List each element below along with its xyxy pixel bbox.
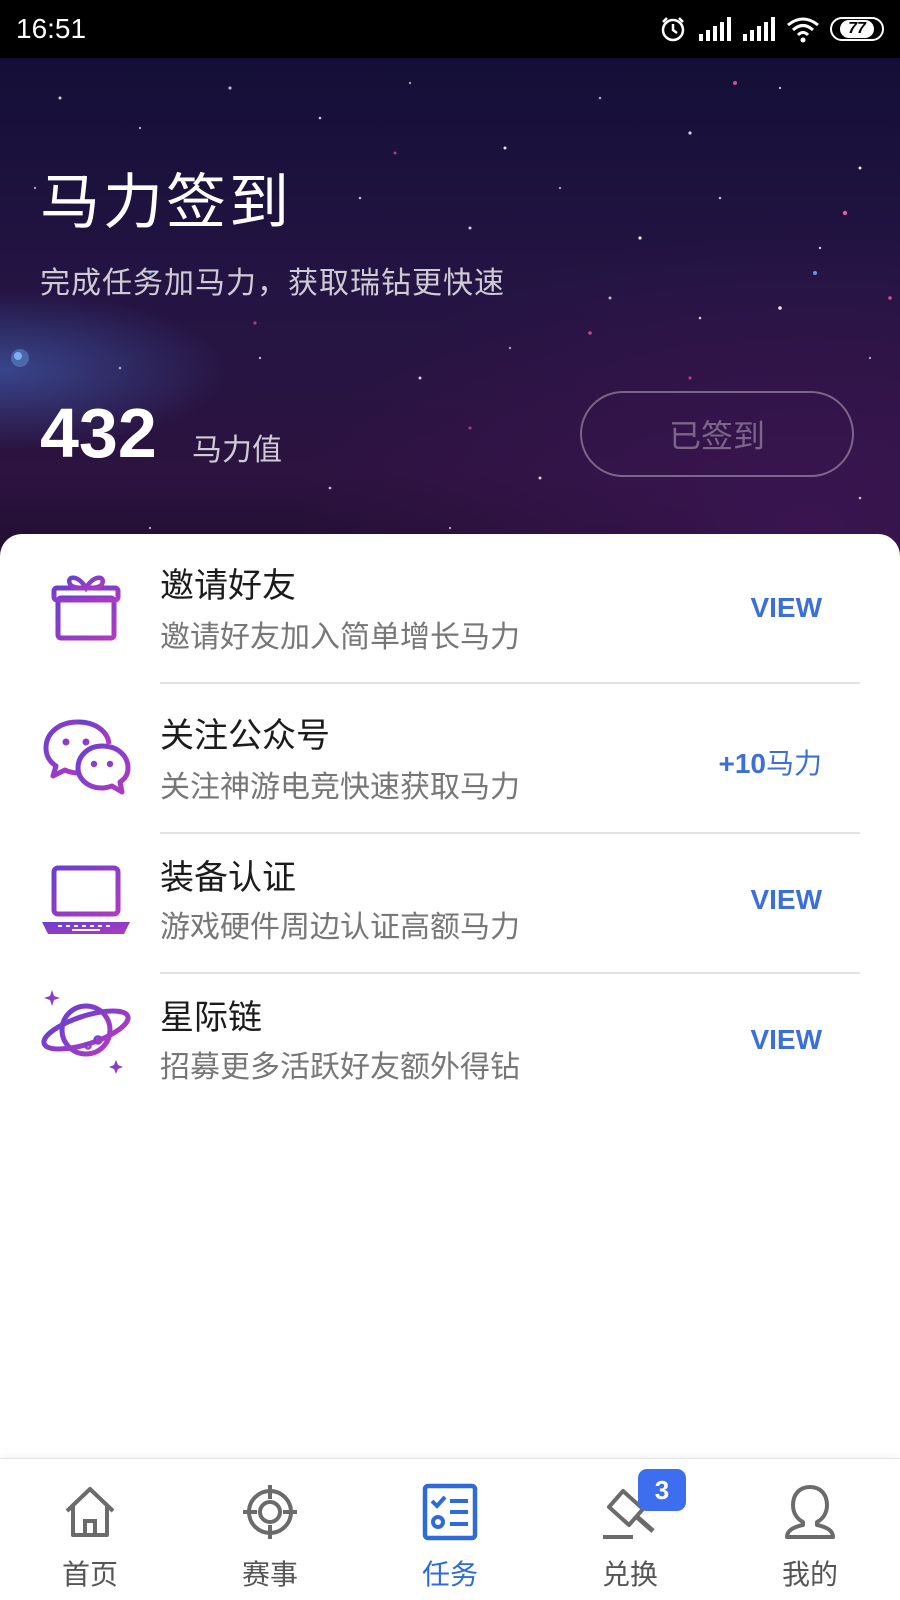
laptop-icon	[42, 865, 130, 934]
task-desc: 游戏硬件周边认证高额马力	[160, 910, 520, 945]
nav-label: 兑换	[601, 1558, 658, 1591]
task-desc: 关注神游电竞快速获取马力	[160, 770, 520, 805]
task-desc: 邀请好友加入简单增长马力	[160, 620, 520, 655]
tasks-icon	[422, 1483, 478, 1541]
task-view-button[interactable]: VIEW	[750, 592, 822, 624]
nav-label: 任务	[421, 1558, 478, 1591]
task-title: 星际链	[160, 998, 262, 1038]
task-desc: 招募更多活跃好友额外得钻	[160, 1050, 520, 1085]
starfield-background	[11, 81, 892, 555]
wechat-icon	[43, 719, 131, 795]
task-reward-button[interactable]: +10马力	[718, 742, 822, 782]
hero-banner: 马力签到 完成任务加马力，获取瑞钻更快速 432 马力值 已签到	[0, 58, 900, 578]
notification-badge: 3	[638, 1469, 686, 1511]
nav-profile[interactable]: 我的	[720, 1459, 900, 1600]
signal-icon	[699, 17, 731, 41]
signal-icon-2	[743, 17, 775, 41]
task-follow-account[interactable]: 关注公众号 关注神游电竞快速获取马力 +10马力	[0, 684, 900, 824]
task-view-button[interactable]: VIEW	[750, 884, 822, 916]
wifi-icon	[787, 17, 819, 43]
home-icon	[65, 1487, 115, 1537]
points-value: 432	[40, 394, 157, 472]
nav-events[interactable]: 赛事	[180, 1459, 360, 1600]
nav-label: 我的	[781, 1558, 838, 1591]
alarm-icon	[661, 17, 685, 42]
page-title: 马力签到	[40, 168, 292, 238]
page-subtitle: 完成任务加马力，获取瑞钻更快速	[40, 266, 505, 301]
task-title: 关注公众号	[160, 716, 330, 756]
status-time: 16:51	[16, 13, 87, 44]
battery-level: 77	[840, 20, 874, 38]
task-interstellar-chain[interactable]: 星际链 招募更多活跃好友额外得钻 VIEW	[0, 974, 900, 1114]
task-view-button[interactable]: VIEW	[750, 1024, 822, 1056]
task-list: 邀请好友 邀请好友加入简单增长马力 VIEW 关注公众号 关注神游电竞快速获取马…	[0, 534, 900, 1458]
planet-icon	[41, 990, 131, 1074]
reward-amount: +10	[718, 748, 766, 779]
battery-icon: 77	[830, 17, 884, 41]
nav-home[interactable]: 首页	[0, 1459, 180, 1600]
task-title: 装备认证	[160, 858, 296, 898]
profile-icon	[785, 1485, 835, 1539]
nav-exchange[interactable]: 兑换 3	[540, 1459, 720, 1600]
reward-unit: 马力	[765, 748, 822, 779]
status-icons: 77	[658, 14, 884, 44]
sign-in-button[interactable]: 已签到	[580, 391, 854, 477]
task-equipment-verify[interactable]: 装备认证 游戏硬件周边认证高额马力 VIEW	[0, 834, 900, 974]
task-title: 邀请好友	[160, 566, 296, 606]
nav-label: 首页	[61, 1558, 118, 1591]
gift-icon	[51, 575, 121, 641]
target-icon	[243, 1485, 297, 1539]
nav-tasks[interactable]: 任务	[360, 1459, 540, 1600]
bottom-navigation: 首页 赛事 任务 兑换 3 我的	[0, 1458, 900, 1600]
nav-label: 赛事	[241, 1558, 298, 1591]
status-bar: 16:51 77	[0, 0, 900, 58]
points-unit: 马力值	[192, 433, 282, 468]
task-invite-friends[interactable]: 邀请好友 邀请好友加入简单增长马力 VIEW	[0, 534, 900, 674]
